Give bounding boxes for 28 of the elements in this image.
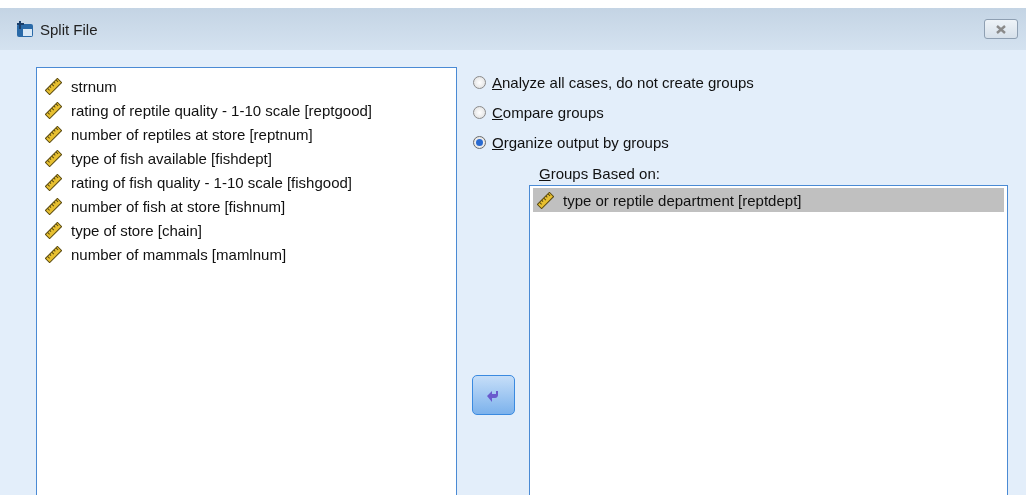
close-button[interactable]	[984, 19, 1018, 39]
ruler-icon	[45, 221, 62, 239]
variable-item[interactable]: strnum	[41, 74, 452, 98]
ruler-icon	[45, 125, 62, 143]
variable-item[interactable]: rating of fish quality - 1-10 scale [fishgood]	[41, 170, 452, 194]
ruler-icon	[45, 197, 62, 215]
ruler-icon	[45, 173, 62, 191]
move-button[interactable]	[471, 375, 515, 415]
ruler-icon	[45, 101, 62, 119]
radio-option[interactable]: Compare groups	[473, 97, 1008, 127]
variable-item[interactable]: number of fish at store [fishnum]	[41, 194, 452, 218]
variable-item[interactable]: number of mammals [mamlnum]	[41, 242, 452, 266]
variable-item[interactable]: type of store [chain]	[41, 218, 452, 242]
close-icon	[995, 24, 1007, 34]
groups-label: Groups Based on:	[539, 165, 661, 184]
window-title: Split File	[40, 20, 98, 38]
radio-option[interactable]: Analyze all cases, do not create groups	[473, 67, 1008, 97]
ruler-icon	[45, 77, 62, 95]
variable-item[interactable]: number of reptiles at store [reptnum]	[41, 122, 452, 146]
app-icon	[16, 20, 34, 38]
ruler-icon	[45, 245, 62, 263]
variable-item[interactable]: rating of reptile quality - 1-10 scale [reptgood]	[41, 98, 452, 122]
ruler-icon	[537, 191, 554, 209]
ruler-icon	[45, 149, 62, 167]
arrow-icon	[486, 388, 500, 402]
group-item[interactable]: type or reptile department [reptdept]	[533, 188, 1004, 212]
radio-option[interactable]: Organize output by groups	[473, 127, 1008, 157]
variable-item[interactable]: type of fish available [fishdept]	[41, 146, 452, 170]
